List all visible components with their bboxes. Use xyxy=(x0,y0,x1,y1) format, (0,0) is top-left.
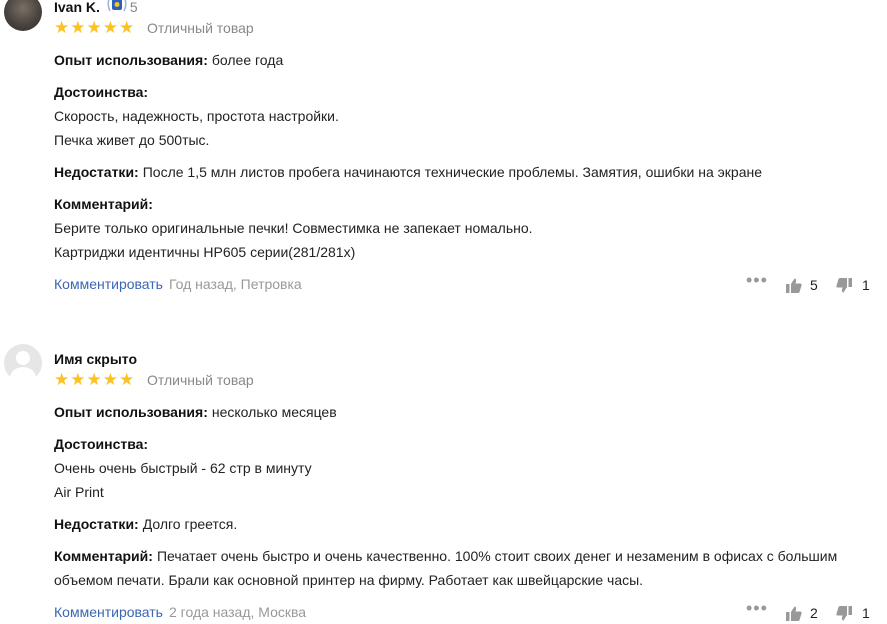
comment-link[interactable]: Комментировать xyxy=(54,604,163,620)
comment-text-line: Печатает очень быстро и очень качественн… xyxy=(156,548,838,564)
comment-text-line: Картриджи идентичны HP605 серии(281/281х… xyxy=(54,244,356,260)
rating-stars: ★★★★★ xyxy=(54,18,136,37)
experience-label: Опыт использования: xyxy=(54,52,208,68)
experience-row: Опыт использования: несколько месяцев xyxy=(54,404,337,420)
comment-label: Комментарий: xyxy=(54,548,153,564)
review-meta: 2 года назад, Москва xyxy=(168,604,307,620)
dislikes-count: 1 xyxy=(862,277,870,293)
more-dots-icon[interactable]: ••• xyxy=(746,598,768,619)
likes-count: 2 xyxy=(810,605,818,621)
comment-text-line: объемом печати. Брали как основной принт… xyxy=(54,572,644,588)
comment-link[interactable]: Комментировать xyxy=(54,276,163,292)
review-footer: Комментировать Год назад, Петровка xyxy=(54,276,302,292)
cons-value: После 1,5 млн листов пробега начинаются … xyxy=(142,164,763,180)
thumbs-up-icon[interactable] xyxy=(786,278,802,293)
cons-row: Недостатки: Долго греется. xyxy=(54,516,237,532)
badge-count: 5 xyxy=(129,0,138,15)
author-name[interactable]: Имя скрыто xyxy=(54,351,137,367)
likes-count: 5 xyxy=(810,277,818,293)
review-meta: Год назад, Петровка xyxy=(168,276,302,292)
rating-verdict: Отличный товар xyxy=(147,372,254,388)
pros-text-line: Печка живет до 500тыс. xyxy=(54,132,210,148)
comment-label: Комментарий: xyxy=(54,196,153,212)
pros-label: Достоинства: xyxy=(54,436,149,452)
cons-label: Недостатки: xyxy=(54,164,139,180)
rating-stars: ★★★★★ xyxy=(54,370,136,389)
thumbs-up-icon[interactable] xyxy=(786,606,802,621)
comment-row: Комментарий: Печатает очень быстро и очен… xyxy=(54,548,837,564)
comment-text-line: Берите только оригинальные печки! Совмес… xyxy=(54,220,533,236)
thumbs-down-icon[interactable] xyxy=(836,606,852,621)
experience-value: несколько месяцев xyxy=(211,404,337,420)
author-name[interactable]: Ivan K. xyxy=(54,0,100,15)
dislikes-count: 1 xyxy=(862,605,870,621)
cons-value: Долго греется. xyxy=(142,516,238,532)
pros-text-line: Очень очень быстрый - 62 стр в минуту xyxy=(54,460,312,476)
rating-verdict: Отличный товар xyxy=(147,20,254,36)
thumbs-down-icon[interactable] xyxy=(836,278,852,293)
review-actions: ••• 2 1 xyxy=(746,598,886,624)
review-author[interactable]: Имя скрыто xyxy=(54,351,137,367)
pros-text-line: Скорость, надежность, простота настройки… xyxy=(54,108,339,124)
experience-row: Опыт использования: более года xyxy=(54,52,283,68)
avatar[interactable] xyxy=(4,0,42,31)
experience-label: Опыт использования: xyxy=(54,404,208,420)
experience-value: более года xyxy=(211,52,284,68)
review-author[interactable]: Ivan K. 5 xyxy=(54,0,138,17)
cons-label: Недостатки: xyxy=(54,516,139,532)
achievement-badge-icon[interactable] xyxy=(106,0,128,15)
avatar[interactable] xyxy=(4,344,42,382)
review-actions: ••• 5 1 xyxy=(746,270,886,296)
pros-label: Достоинства: xyxy=(54,84,149,100)
more-dots-icon[interactable]: ••• xyxy=(746,270,768,291)
review-footer: Комментировать 2 года назад, Москва xyxy=(54,604,306,620)
cons-row: Недостатки: После 1,5 млн листов пробега … xyxy=(54,164,762,180)
pros-text-line: Air Print xyxy=(54,484,104,500)
